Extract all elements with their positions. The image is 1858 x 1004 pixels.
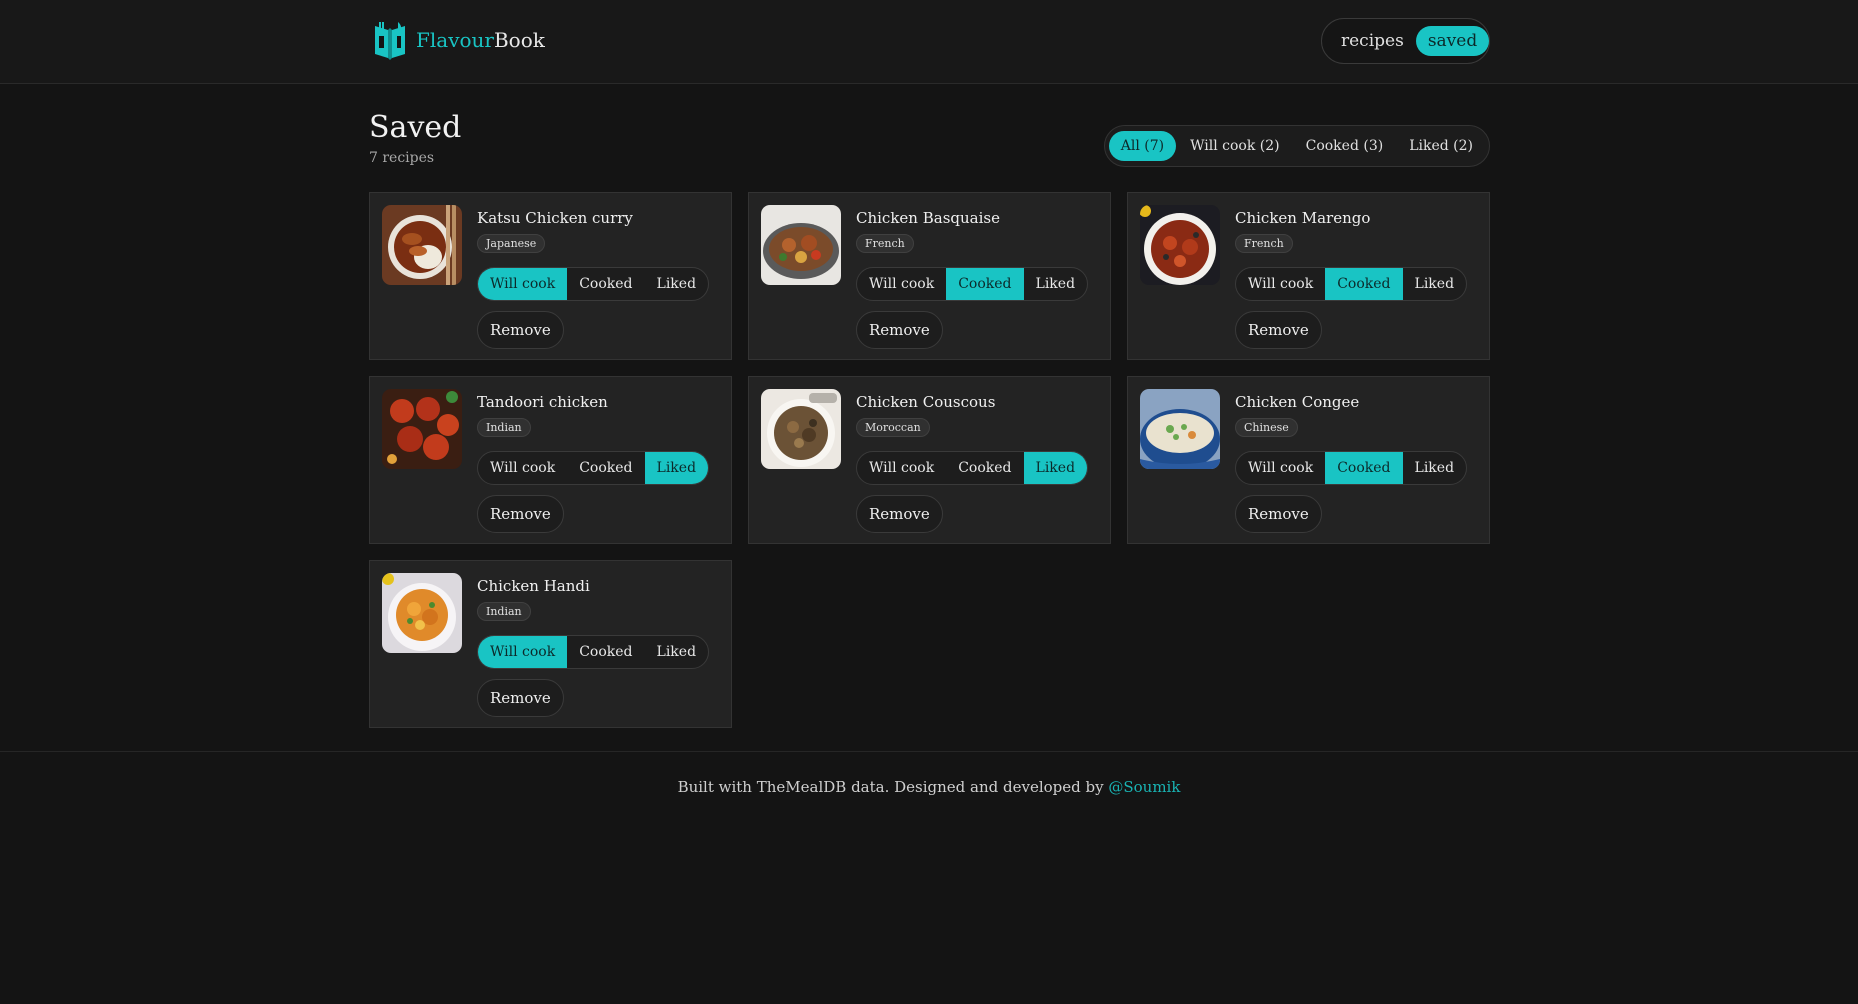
remove-button[interactable]: Remove	[477, 495, 564, 533]
nav-saved[interactable]: saved	[1415, 26, 1490, 56]
recipe-title[interactable]: Chicken Basquaise	[856, 209, 1000, 227]
status-toggle: Will cook Cooked Liked	[1235, 267, 1468, 301]
recipe-image[interactable]	[761, 389, 841, 469]
filter-cooked[interactable]: Cooked (3)	[1294, 131, 1396, 161]
filter-liked[interactable]: Liked (2)	[1397, 131, 1485, 161]
status-liked-button[interactable]: Liked	[645, 268, 709, 300]
recipe-image[interactable]	[382, 573, 462, 653]
recipe-image[interactable]	[761, 205, 841, 285]
recipe-card: Katsu Chicken curry Japanese Will cook C…	[369, 192, 732, 360]
footer-text: Built with TheMealDB data. Designed and …	[677, 778, 1109, 796]
status-cooked-button[interactable]: Cooked	[567, 636, 644, 668]
remove-button[interactable]: Remove	[477, 679, 564, 717]
status-will-cook-button[interactable]: Will cook	[478, 452, 567, 484]
status-toggle: Will cook Cooked Liked	[477, 635, 710, 669]
recipe-image[interactable]	[382, 389, 462, 469]
author-link[interactable]: @Soumik	[1108, 778, 1180, 796]
recipe-card: Chicken Congee Chinese Will cook Cooked …	[1127, 376, 1490, 544]
nav-recipes[interactable]: recipes	[1329, 26, 1416, 56]
status-liked-button[interactable]: Liked	[1403, 268, 1467, 300]
recipe-title[interactable]: Chicken Couscous	[856, 393, 995, 411]
top-header: FlavourBook recipes saved	[0, 0, 1858, 84]
main-nav: recipes saved	[1321, 18, 1490, 64]
cuisine-tag: French	[1235, 234, 1293, 253]
status-toggle: Will cook Cooked Liked	[477, 267, 710, 301]
status-cooked-button[interactable]: Cooked	[567, 268, 644, 300]
remove-button[interactable]: Remove	[1235, 311, 1322, 349]
status-liked-button[interactable]: Liked	[644, 452, 709, 484]
status-filter-bar: All (7) Will cook (2) Cooked (3) Liked (…	[1103, 125, 1490, 167]
remove-button[interactable]: Remove	[477, 311, 564, 349]
page-title: Saved	[369, 110, 462, 145]
status-toggle: Will cook Cooked Liked	[477, 451, 710, 485]
recipe-card: Tandoori chicken Indian Will cook Cooked…	[369, 376, 732, 544]
status-will-cook-button[interactable]: Will cook	[1236, 452, 1325, 484]
recipe-count: 7 recipes	[369, 150, 435, 166]
cuisine-tag: Indian	[477, 602, 531, 621]
status-liked-button[interactable]: Liked	[1024, 268, 1088, 300]
remove-button[interactable]: Remove	[856, 311, 943, 349]
status-cooked-button[interactable]: Cooked	[1325, 452, 1403, 484]
status-toggle: Will cook Cooked Liked	[856, 267, 1089, 301]
remove-button[interactable]: Remove	[856, 495, 943, 533]
status-toggle: Will cook Cooked Liked	[1235, 451, 1468, 485]
recipe-title[interactable]: Katsu Chicken curry	[477, 209, 633, 227]
recipe-card: Chicken Couscous Moroccan Will cook Cook…	[748, 376, 1111, 544]
status-will-cook-button[interactable]: Will cook	[857, 268, 946, 300]
recipe-title[interactable]: Chicken Handi	[477, 577, 590, 595]
cuisine-tag: Indian	[477, 418, 531, 437]
brand-logo[interactable]: FlavourBook	[372, 20, 545, 60]
filter-all[interactable]: All (7)	[1108, 131, 1177, 161]
recipe-card: Chicken Basquaise French Will cook Cooke…	[748, 192, 1111, 360]
filter-will-cook[interactable]: Will cook (2)	[1178, 131, 1292, 161]
cuisine-tag: Chinese	[1235, 418, 1298, 437]
status-toggle: Will cook Cooked Liked	[856, 451, 1089, 485]
recipe-grid: Katsu Chicken curry Japanese Will cook C…	[369, 192, 1490, 728]
status-liked-button[interactable]: Liked	[645, 636, 709, 668]
page-footer: Built with TheMealDB data. Designed and …	[0, 751, 1858, 796]
recipe-card: Chicken Marengo French Will cook Cooked …	[1127, 192, 1490, 360]
cuisine-tag: French	[856, 234, 914, 253]
recipe-title[interactable]: Chicken Marengo	[1235, 209, 1370, 227]
recipe-title[interactable]: Tandoori chicken	[477, 393, 608, 411]
recipe-image[interactable]	[1140, 205, 1220, 285]
status-cooked-button[interactable]: Cooked	[567, 452, 644, 484]
recipe-card: Chicken Handi Indian Will cook Cooked Li…	[369, 560, 732, 728]
status-liked-button[interactable]: Liked	[1403, 452, 1467, 484]
remove-button[interactable]: Remove	[1235, 495, 1322, 533]
status-will-cook-button[interactable]: Will cook	[857, 452, 946, 484]
status-liked-button[interactable]: Liked	[1023, 452, 1088, 484]
recipe-title[interactable]: Chicken Congee	[1235, 393, 1359, 411]
recipe-image[interactable]	[1140, 389, 1220, 469]
status-will-cook-button[interactable]: Will cook	[478, 268, 568, 300]
recipe-image[interactable]	[382, 205, 462, 285]
status-will-cook-button[interactable]: Will cook	[478, 636, 568, 668]
cuisine-tag: Moroccan	[856, 418, 930, 437]
status-cooked-button[interactable]: Cooked	[1325, 268, 1403, 300]
cuisine-tag: Japanese	[477, 234, 546, 253]
brand-name: FlavourBook	[416, 28, 545, 52]
status-cooked-button[interactable]: Cooked	[946, 268, 1024, 300]
status-will-cook-button[interactable]: Will cook	[1236, 268, 1325, 300]
open-book-utensils-icon	[375, 22, 405, 60]
status-cooked-button[interactable]: Cooked	[946, 452, 1023, 484]
